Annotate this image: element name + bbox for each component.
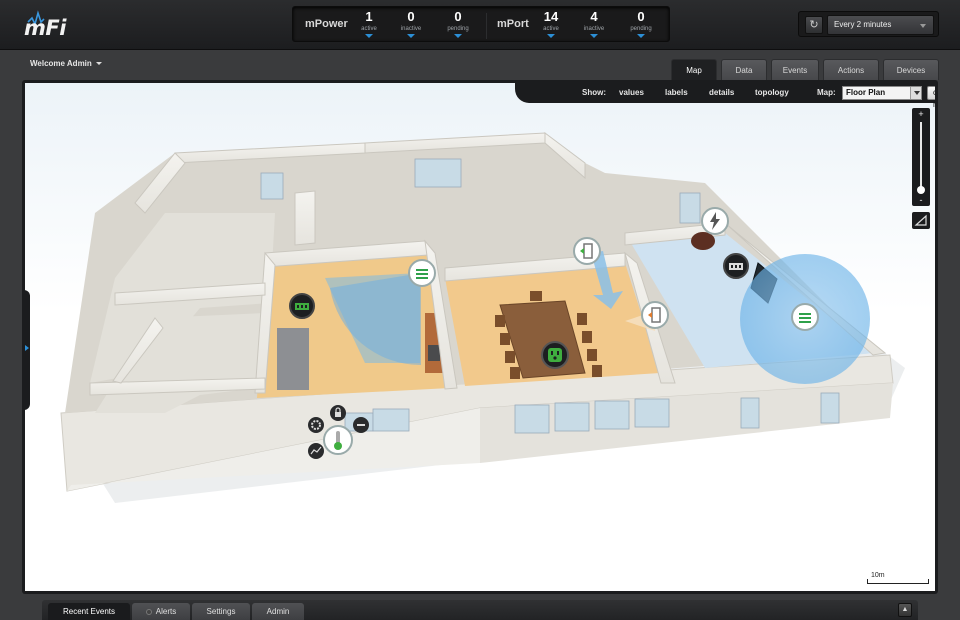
configure-maps-button[interactable]: configure maps <box>927 86 935 109</box>
tab-events[interactable]: Events <box>771 59 819 80</box>
chevron-down-icon <box>920 24 926 28</box>
tab-alerts-label: Alerts <box>155 607 177 616</box>
mport-device-icon[interactable] <box>723 253 749 279</box>
lock-icon[interactable] <box>330 405 346 421</box>
door-sensor-icon[interactable] <box>573 237 601 265</box>
chevron-right-icon <box>25 345 29 351</box>
stat-label: inactive <box>400 26 422 32</box>
refresh-interval-value: Every 2 minutes <box>834 20 892 29</box>
map-select-value: Floor Plan <box>846 88 886 97</box>
mfi-logo: mFi <box>22 10 72 42</box>
tab-settings-bottom[interactable]: Settings <box>192 603 250 620</box>
tab-map[interactable]: Map <box>671 59 717 81</box>
lightning-power-icon[interactable] <box>701 207 729 235</box>
stat-value: 1 <box>365 9 373 24</box>
mpower-active-stat[interactable]: 1 active <box>349 9 389 38</box>
scale-line <box>867 579 929 584</box>
mpower-inactive-stat[interactable]: 0 inactive <box>391 9 431 38</box>
scale-label: 10m <box>871 572 885 579</box>
top-header: mFi mPower 1 active 0 inactive 0 pending… <box>0 0 960 50</box>
refresh-icon[interactable]: ↻ <box>805 16 823 34</box>
chevron-down-icon <box>547 34 555 38</box>
mport-label: mPort <box>497 18 529 30</box>
chevron-up-icon[interactable]: ▲ <box>898 603 912 617</box>
show-topology-toggle[interactable]: topology <box>755 88 789 97</box>
chevron-down-icon <box>454 34 462 38</box>
side-panel-toggle[interactable] <box>22 290 30 410</box>
gear-icon[interactable] <box>308 417 324 433</box>
stat-label: inactive <box>583 26 605 32</box>
stat-value: 0 <box>407 9 415 24</box>
scale-bar: 10m <box>867 572 929 584</box>
tab-data[interactable]: Data <box>721 59 767 80</box>
power-outlet-icon[interactable] <box>541 341 569 369</box>
zoom-in-button[interactable]: + <box>912 109 930 119</box>
mport-device-icon[interactable] <box>289 293 315 319</box>
tab-recent-events[interactable]: Recent Events <box>48 603 130 620</box>
zoom-slider-handle[interactable] <box>917 186 925 194</box>
show-details-toggle[interactable]: details <box>709 88 734 97</box>
zoom-out-button[interactable]: - <box>912 195 930 205</box>
show-labels-toggle[interactable]: labels <box>665 88 688 97</box>
stat-value: 14 <box>543 9 559 24</box>
mport-active-stat[interactable]: 14 active <box>531 9 571 38</box>
map-options-bar: Show: values labels details topology Map… <box>515 83 935 109</box>
mport-pending-stat[interactable]: 0 pending <box>621 9 661 38</box>
door-sensor-icon[interactable] <box>641 301 669 329</box>
map-select[interactable]: Floor Plan <box>842 86 922 100</box>
floor-plan-map[interactable]: Show: values labels details topology Map… <box>25 83 935 591</box>
bottom-panel-bar: Recent Events Alerts Settings Admin ▲ <box>42 600 918 620</box>
stat-value: 4 <box>590 9 598 24</box>
tab-admin[interactable]: Admin <box>252 603 304 620</box>
minus-icon[interactable] <box>353 417 369 433</box>
ruler-icon[interactable] <box>912 212 930 229</box>
map-frame: Show: values labels details topology Map… <box>22 80 938 594</box>
show-values-toggle[interactable]: values <box>619 88 644 97</box>
flow-sensor-icon[interactable] <box>408 259 436 287</box>
chevron-down-icon <box>910 87 921 99</box>
map-label: Map: <box>817 88 836 97</box>
zoom-control: + - <box>912 108 930 206</box>
refresh-control: ↻ Every 2 minutes <box>798 11 939 37</box>
floor-plan-illustration <box>60 132 905 503</box>
stat-label: active <box>543 26 559 32</box>
tab-alerts[interactable]: Alerts <box>132 603 190 620</box>
zoom-slider-track[interactable] <box>920 122 922 192</box>
tab-actions[interactable]: Actions <box>823 59 879 80</box>
stat-value: 0 <box>454 9 462 24</box>
tab-devices[interactable]: Devices <box>883 59 939 80</box>
mport-inactive-stat[interactable]: 4 inactive <box>574 9 614 38</box>
show-label: Show: <box>582 88 606 97</box>
chevron-down-icon <box>95 62 102 66</box>
chevron-down-icon <box>365 34 373 38</box>
flow-sensor-icon[interactable] <box>791 303 819 331</box>
divider <box>486 13 487 39</box>
chart-icon[interactable] <box>308 443 324 459</box>
stat-label: pending <box>630 26 652 32</box>
chevron-down-icon <box>590 34 598 38</box>
chevron-down-icon <box>407 34 415 38</box>
stat-label: active <box>361 26 377 32</box>
stat-value: 0 <box>637 9 645 24</box>
thermometer-icon[interactable] <box>323 425 353 455</box>
device-stats-panel: mPower 1 active 0 inactive 0 pending mPo… <box>292 6 670 42</box>
welcome-text: Welcome Admin <box>30 59 92 68</box>
mpower-pending-stat[interactable]: 0 pending <box>438 9 478 38</box>
mpower-label: mPower <box>305 18 348 30</box>
chevron-down-icon <box>637 34 645 38</box>
refresh-interval-select[interactable]: Every 2 minutes <box>827 15 934 35</box>
user-menu[interactable]: Welcome Admin <box>30 59 102 68</box>
logo-text: mFi <box>24 16 66 40</box>
stat-label: pending <box>447 26 469 32</box>
alert-status-icon <box>145 609 152 615</box>
